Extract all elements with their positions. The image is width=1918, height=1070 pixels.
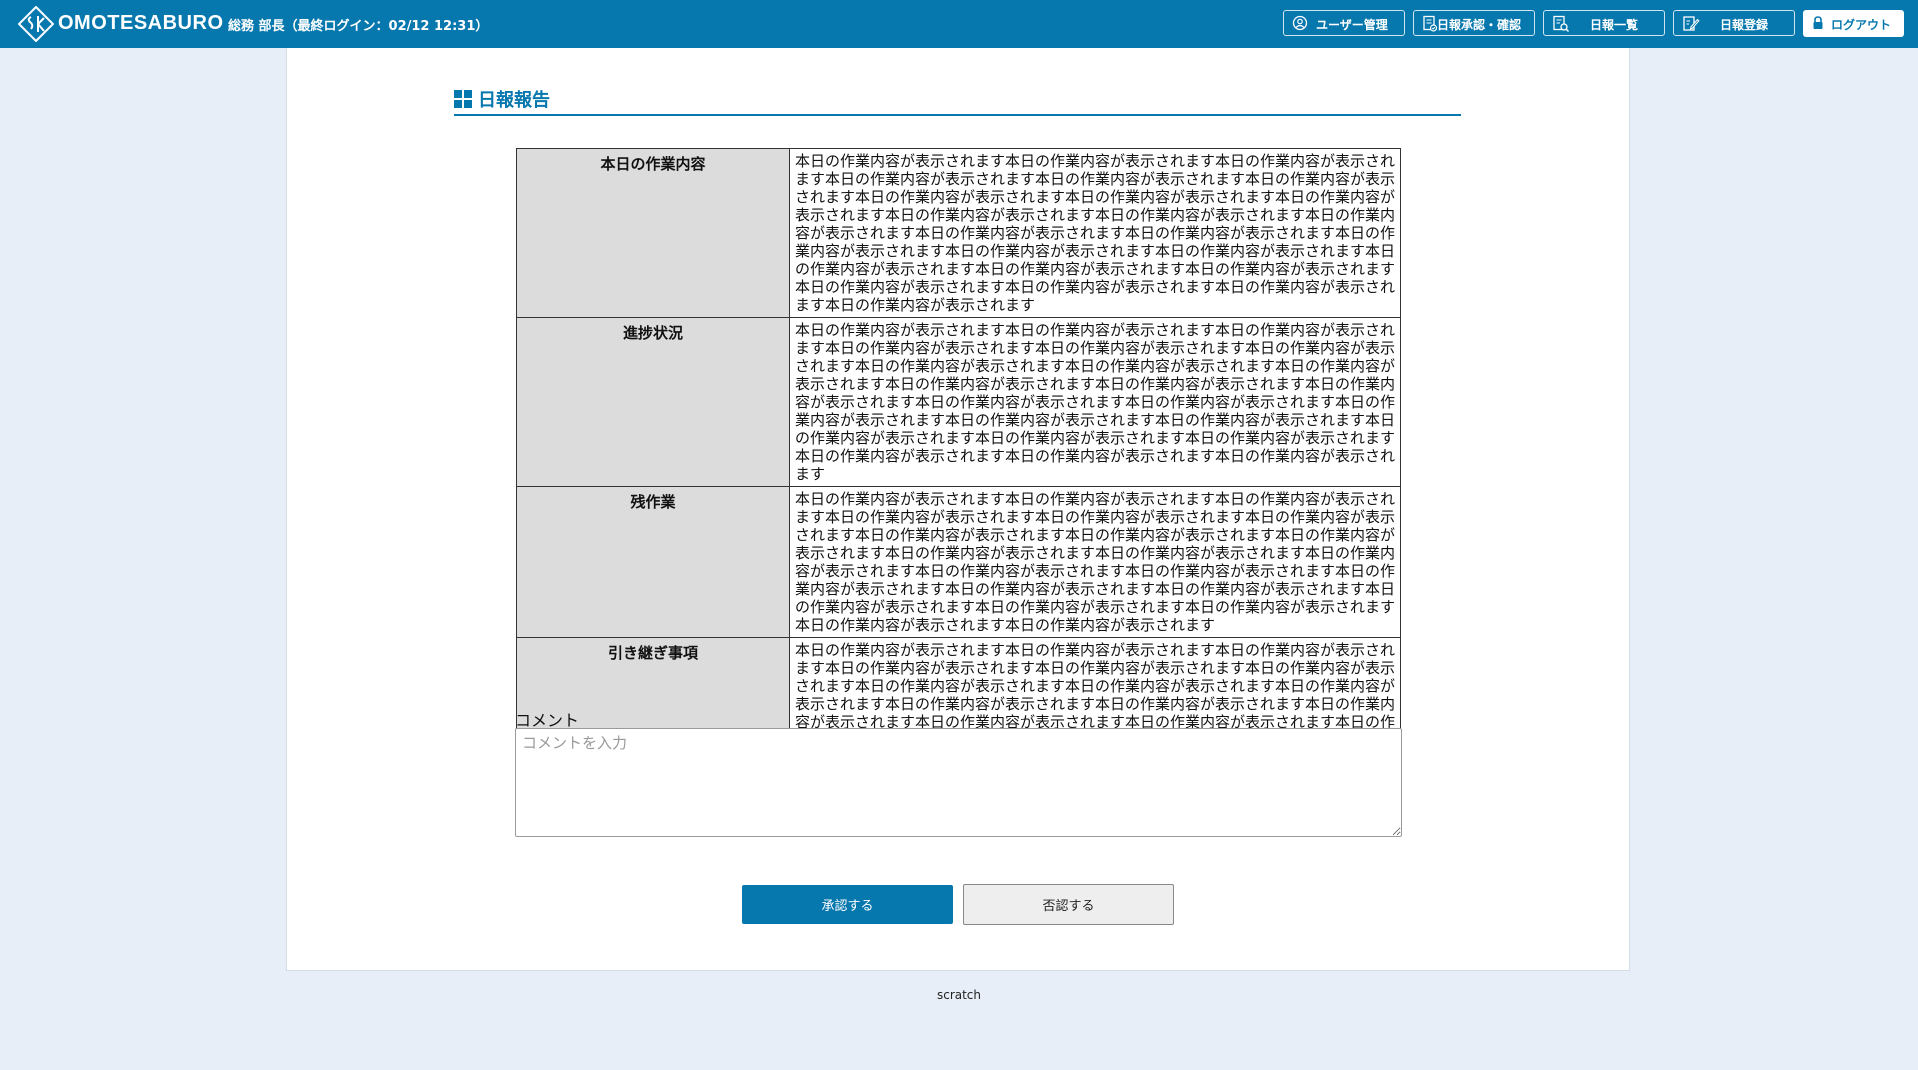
user-circle-icon [1292, 15, 1308, 31]
comment-input[interactable] [515, 728, 1402, 837]
brand-name[interactable]: OMOTESABURO [58, 12, 224, 35]
table-row: 残作業 本日の作業内容が表示されます本日の作業内容が表示されます本日の作業内容が… [516, 486, 1401, 638]
nav-label: ユーザー管理 [1316, 18, 1388, 32]
row-label: 進捗状況 [516, 317, 790, 487]
footer-text: scratch [936, 988, 982, 1002]
row-label: 残作業 [516, 486, 790, 638]
nav-label: 日報一覧 [1590, 18, 1639, 32]
row-value: 本日の作業内容が表示されます本日の作業内容が表示されます本日の作業内容が表示され… [789, 486, 1401, 638]
grid-icon [454, 90, 472, 108]
page-title: 日報報告 [478, 90, 550, 111]
nav-report-register-button[interactable]: 日報登録 [1673, 10, 1795, 36]
row-label: 本日の作業内容 [516, 148, 790, 318]
section-header: 日報報告 [454, 86, 1461, 116]
nav-report-approval-button[interactable]: 日報承認・確認 [1413, 10, 1535, 36]
lock-icon [1813, 16, 1823, 29]
table-row: 本日の作業内容 本日の作業内容が表示されます本日の作業内容が表示されます本日の作… [516, 148, 1401, 318]
row-value: 本日の作業内容が表示されます本日の作業内容が表示されます本日の作業内容が表示され… [789, 148, 1401, 318]
top-header: OMOTESABURO 総務 部長（最終ログイン：02/12 12:31） ユー… [0, 0, 1918, 48]
nav-label: 日報承認・確認 [1437, 18, 1522, 32]
nav-user-management-button[interactable]: ユーザー管理 [1283, 10, 1405, 36]
logout-button[interactable]: ログアウト [1803, 10, 1904, 37]
logo-icon[interactable] [18, 6, 54, 42]
document-search-icon [1553, 15, 1570, 33]
nav-label: 日報登録 [1720, 18, 1769, 32]
user-login-info: 総務 部長（最終ログイン：02/12 12:31） [228, 19, 489, 34]
edit-document-icon [1683, 16, 1700, 31]
nav-report-list-button[interactable]: 日報一覧 [1543, 10, 1665, 36]
table-row: 進捗状況 本日の作業内容が表示されます本日の作業内容が表示されます本日の作業内容… [516, 317, 1401, 487]
reject-button[interactable]: 否認する [963, 884, 1174, 925]
logout-label: ログアウト [1831, 18, 1892, 32]
report-table: 本日の作業内容 本日の作業内容が表示されます本日の作業内容が表示されます本日の作… [516, 148, 1401, 771]
document-check-icon [1423, 15, 1438, 32]
row-value: 本日の作業内容が表示されます本日の作業内容が表示されます本日の作業内容が表示され… [789, 317, 1401, 487]
approve-button[interactable]: 承認する [742, 885, 953, 924]
